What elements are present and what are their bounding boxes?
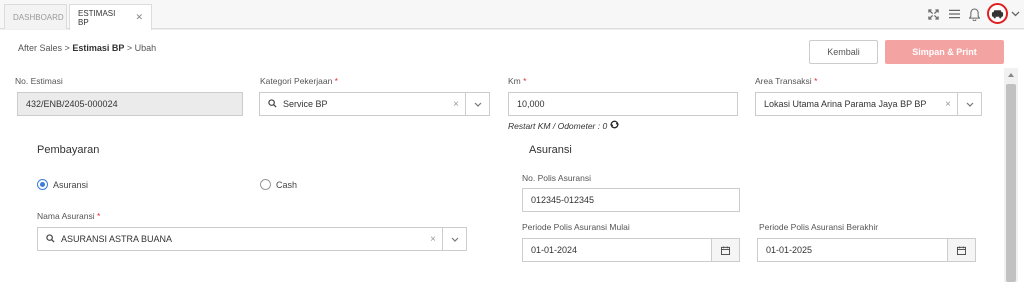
back-button[interactable]: Kembali: [809, 40, 878, 64]
tab-estimasi-bp-label: ESTIMASI BP: [78, 8, 116, 27]
kategori-value: Service BP: [283, 99, 328, 109]
asuransi-title: Asuransi: [529, 144, 572, 156]
periode-mulai-value: 01-01-2024: [531, 245, 578, 255]
radio-cash-dot[interactable]: [260, 179, 271, 190]
tab-estimasi-bp[interactable]: ESTIMASI BP ✕: [69, 4, 152, 30]
no-estimasi-label: No. Estimasi: [15, 76, 63, 86]
clear-icon[interactable]: ×: [453, 99, 459, 110]
km-label: Km *: [508, 76, 527, 86]
area-value: Lokasi Utama Arina Parama Jaya BP BP: [764, 99, 927, 109]
periode-mulai-input[interactable]: 01-01-2024: [522, 238, 740, 262]
periode-mulai-label: Periode Polis Asuransi Mulai: [522, 222, 630, 232]
calendar-icon[interactable]: [947, 239, 975, 261]
radio-cash-label: Cash: [276, 179, 298, 190]
fullscreen-icon[interactable]: [926, 7, 940, 21]
no-estimasi-value: 432/ENB/2405-000024: [26, 99, 118, 109]
radio-asuransi-label: Asuransi: [53, 179, 89, 190]
chevron-down-icon[interactable]: [957, 93, 981, 115]
breadcrumb-parent[interactable]: Estimasi BP: [72, 43, 124, 53]
radio-asuransi-dot[interactable]: [37, 179, 48, 190]
chevron-down-icon[interactable]: [1009, 8, 1021, 20]
top-bar: [0, 0, 1024, 29]
tab-dashboard[interactable]: DASHBOARD: [4, 4, 67, 29]
scroll-up-arrow[interactable]: [1006, 70, 1016, 80]
restart-km-text: Restart KM / Odometer : 0: [508, 120, 619, 131]
save-print-button[interactable]: Simpan & Print: [885, 40, 1004, 64]
bell-icon[interactable]: [967, 6, 981, 22]
calendar-icon[interactable]: [711, 239, 739, 261]
scrollbar-thumb[interactable]: [1006, 84, 1016, 282]
kategori-select[interactable]: Service BP ×: [259, 92, 490, 116]
nama-asuransi-label: Nama Asuransi *: [37, 211, 101, 221]
kategori-label: Kategori Pekerjaan *: [260, 76, 338, 86]
km-value: 10,000: [517, 99, 545, 109]
refresh-icon[interactable]: [610, 120, 619, 131]
breadcrumb-root[interactable]: After Sales: [18, 43, 62, 53]
back-button-label: Kembali: [827, 47, 860, 57]
search-icon: [46, 233, 55, 245]
periode-berakhir-input[interactable]: 01-01-2025: [757, 238, 976, 262]
breadcrumb-separator: >: [64, 43, 70, 53]
km-input[interactable]: 10,000: [508, 92, 738, 116]
save-print-button-label: Simpan & Print: [912, 47, 977, 57]
restart-km-label: Restart KM / Odometer : 0: [508, 120, 608, 131]
nama-asuransi-value: ASURANSI ASTRA BUANA: [61, 234, 173, 244]
no-polis-input[interactable]: 012345-012345: [522, 188, 740, 212]
search-icon: [268, 98, 277, 110]
pembayaran-title: Pembayaran: [37, 144, 100, 156]
close-icon[interactable]: ✕: [135, 12, 143, 23]
no-polis-value: 012345-012345: [531, 195, 595, 205]
chevron-down-icon[interactable]: [465, 93, 489, 115]
breadcrumb-separator: >: [126, 43, 133, 53]
avatar-icon[interactable]: [987, 3, 1008, 24]
radio-cash[interactable]: Cash: [260, 179, 297, 190]
clear-icon[interactable]: ×: [945, 99, 951, 110]
breadcrumb: After Sales > Estimasi BP > Ubah: [18, 43, 156, 53]
breadcrumb-current: Ubah: [134, 43, 157, 53]
periode-berakhir-value: 01-01-2025: [766, 245, 813, 255]
periode-berakhir-label: Periode Polis Asuransi Berakhir: [759, 222, 879, 232]
chevron-down-icon[interactable]: [442, 228, 466, 250]
radio-asuransi[interactable]: Asuransi: [37, 179, 88, 190]
tab-dashboard-label: DASHBOARD: [13, 12, 64, 22]
no-estimasi-field: 432/ENB/2405-000024: [17, 92, 243, 116]
area-label: Area Transaksi *: [755, 76, 818, 86]
clear-icon[interactable]: ×: [430, 234, 436, 245]
no-polis-label: No. Polis Asuransi: [522, 173, 591, 183]
area-select[interactable]: Lokasi Utama Arina Parama Jaya BP BP ×: [755, 92, 982, 116]
menu-icon[interactable]: [947, 7, 961, 21]
nama-asuransi-select[interactable]: ASURANSI ASTRA BUANA ×: [37, 227, 467, 251]
